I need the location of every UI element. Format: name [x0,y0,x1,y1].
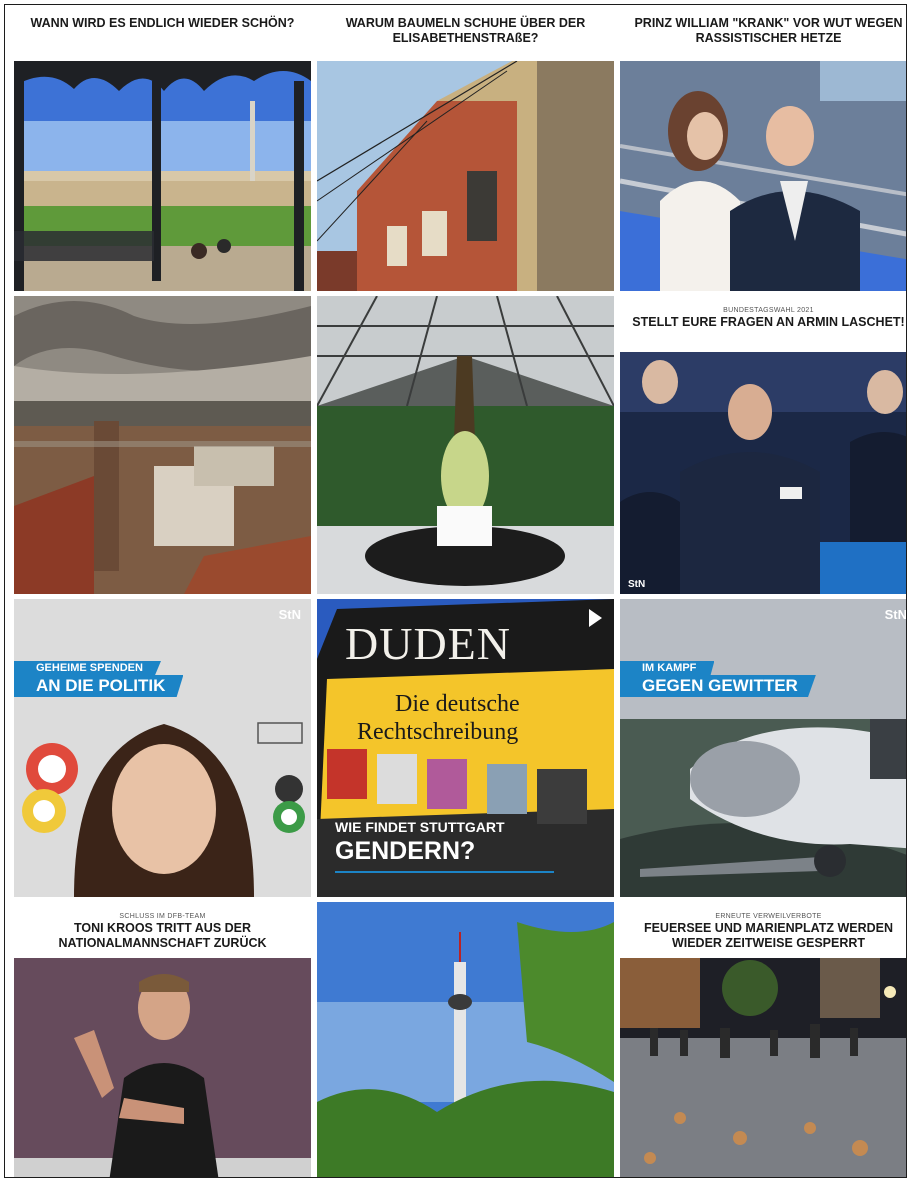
play-icon [589,609,602,627]
post-tile-greenhouse[interactable] [317,296,614,594]
post-tile-weather[interactable]: WANN WIRD ES ENDLICH WIEDER SCHÖN? [14,5,311,291]
post-image: StN GEHEIME SPENDEN AN DIE POLITIK [14,599,311,897]
overlay-line1: WIE FINDET STUTTGART [335,819,505,835]
post-title: STELLT EURE FRAGEN AN ARMIN LASCHET! [632,315,905,329]
post-header: ERNEUTE VERWEILVERBOTE FEUERSEE UND MARI… [620,902,906,958]
post-header: BUNDESTAGSWAHL 2021 STELLT EURE FRAGEN A… [620,296,906,352]
post-image [317,296,614,594]
book-line2: Rechtschreibung [357,719,519,745]
overlay-kicker: IM KAMPF [620,661,715,675]
post-grid: WANN WIRD ES ENDLICH WIEDER SCHÖN? WARUM… [14,5,907,1177]
post-title: WANN WIRD ES ENDLICH WIEDER SCHÖN? [30,16,295,30]
post-header: WANN WIRD ES ENDLICH WIEDER SCHÖN? [14,5,311,61]
post-image [317,61,614,291]
post-image [317,902,614,1177]
post-title: PRINZ WILLIAM "KRANK" VOR WUT WEGEN RASS… [634,16,903,45]
overlay-headline: GEGEN GEWITTER [620,675,816,697]
post-header: PRINZ WILLIAM "KRANK" VOR WUT WEGEN RASS… [620,5,906,61]
post-title: FEUERSEE UND MARIENPLATZ WERDEN WIEDER Z… [643,921,894,950]
instagram-grid-frame: WANN WIRD ES ENDLICH WIEDER SCHÖN? WARUM… [4,4,907,1178]
overlay-underline [335,871,554,873]
brand-watermark: StN [884,607,907,622]
post-tile-gendern[interactable]: DUDEN Die deutsche Rechtschreibung WIE F… [317,599,614,897]
post-tile-gewitter[interactable]: StN IM KAMPF GEGEN GEWITTER [620,599,907,897]
post-tile-tv-tower[interactable] [317,902,614,1177]
overlay-kicker: GEHEIME SPENDEN [14,661,161,675]
post-header: SCHLUSS IM DFB-TEAM TONI KROOS TRITT AUS… [14,902,311,958]
brand-watermark: StN [628,579,646,590]
post-tile-kroos[interactable]: SCHLUSS IM DFB-TEAM TONI KROOS TRITT AUS… [14,902,311,1177]
post-kicker: BUNDESTAGSWAHL 2021 [723,307,814,314]
post-tile-laschet[interactable]: BUNDESTAGSWAHL 2021 STELLT EURE FRAGEN A… [620,296,906,594]
post-image: StN [620,352,906,594]
overlay-line2: GENDERN? [335,837,476,865]
post-header: WARUM BAUMELN SCHUHE ÜBER DER ELISABETHE… [317,5,614,61]
post-title: TONI KROOS TRITT AUS DER NATIONALMANNSCH… [58,921,267,950]
post-tile-shoes[interactable]: WARUM BAUMELN SCHUHE ÜBER DER ELISABETHE… [317,5,614,291]
post-tile-william[interactable]: PRINZ WILLIAM "KRANK" VOR WUT WEGEN RASS… [620,5,906,291]
book-title: DUDEN [345,618,511,669]
overlay-headline: AN DIE POLITIK [14,675,184,697]
post-image [620,61,906,291]
post-image [14,296,311,594]
post-title: WARUM BAUMELN SCHUHE ÜBER DER ELISABETHE… [345,16,586,45]
post-kicker: ERNEUTE VERWEILVERBOTE [715,913,822,920]
post-tile-feuersee[interactable]: ERNEUTE VERWEILVERBOTE FEUERSEE UND MARI… [620,902,906,1177]
post-image: StN IM KAMPF GEGEN GEWITTER [620,599,907,897]
post-image [620,958,906,1177]
post-tile-spenden[interactable]: StN GEHEIME SPENDEN AN DIE POLITIK [14,599,311,897]
post-tile-city-view[interactable] [14,296,311,594]
book-line1: Die deutsche [395,691,520,717]
brand-watermark: StN [278,607,301,622]
post-image: DUDEN Die deutsche Rechtschreibung WIE F… [317,599,614,897]
post-image [14,61,311,291]
post-image [14,958,311,1177]
post-kicker: SCHLUSS IM DFB-TEAM [119,913,206,920]
